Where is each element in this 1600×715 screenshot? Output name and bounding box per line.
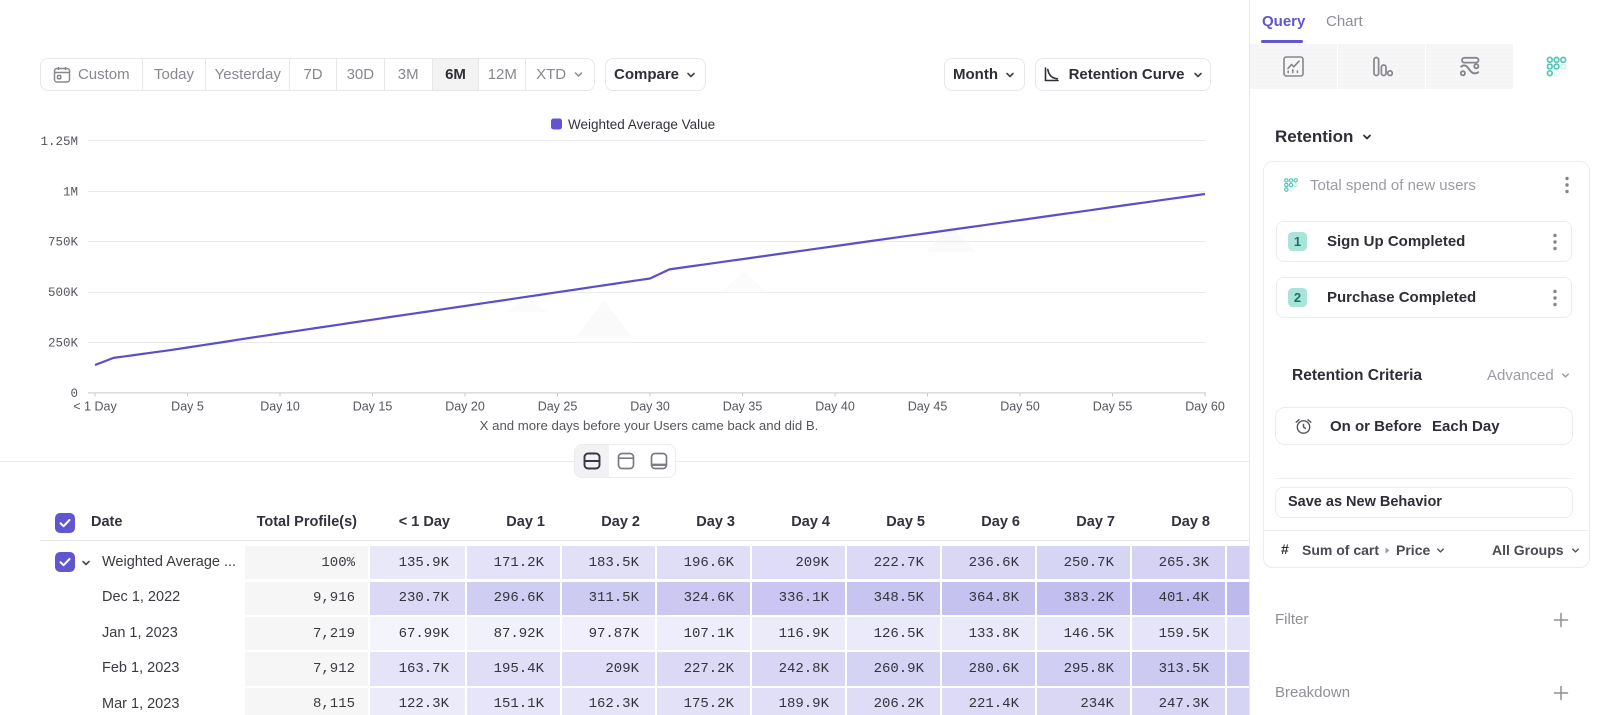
svg-text:Day 45: Day 45 bbox=[908, 400, 948, 414]
svg-text:Day 5: Day 5 bbox=[171, 400, 204, 414]
svg-text:250K: 250K bbox=[48, 337, 79, 351]
svg-text:1.25M: 1.25M bbox=[40, 135, 78, 149]
svg-text:750K: 750K bbox=[48, 236, 79, 250]
svg-text:Day 20: Day 20 bbox=[445, 400, 485, 414]
svg-text:1M: 1M bbox=[63, 185, 78, 199]
svg-text:500K: 500K bbox=[48, 286, 79, 300]
svg-text:< 1 Day: < 1 Day bbox=[73, 400, 117, 414]
svg-text:Day 15: Day 15 bbox=[353, 400, 393, 414]
svg-text:Day 55: Day 55 bbox=[1093, 400, 1133, 414]
svg-text:Day 60: Day 60 bbox=[1185, 400, 1225, 414]
svg-text:Weighted Average Value: Weighted Average Value bbox=[568, 117, 715, 132]
svg-text:Day 30: Day 30 bbox=[630, 400, 670, 414]
svg-text:Day 40: Day 40 bbox=[815, 400, 855, 414]
svg-text:Day 50: Day 50 bbox=[1000, 400, 1040, 414]
svg-text:Day 10: Day 10 bbox=[260, 400, 300, 414]
svg-text:Day 35: Day 35 bbox=[723, 400, 763, 414]
svg-text:X and more days before your Us: X and more days before your Users came b… bbox=[480, 418, 819, 433]
svg-text:Day 25: Day 25 bbox=[538, 400, 578, 414]
